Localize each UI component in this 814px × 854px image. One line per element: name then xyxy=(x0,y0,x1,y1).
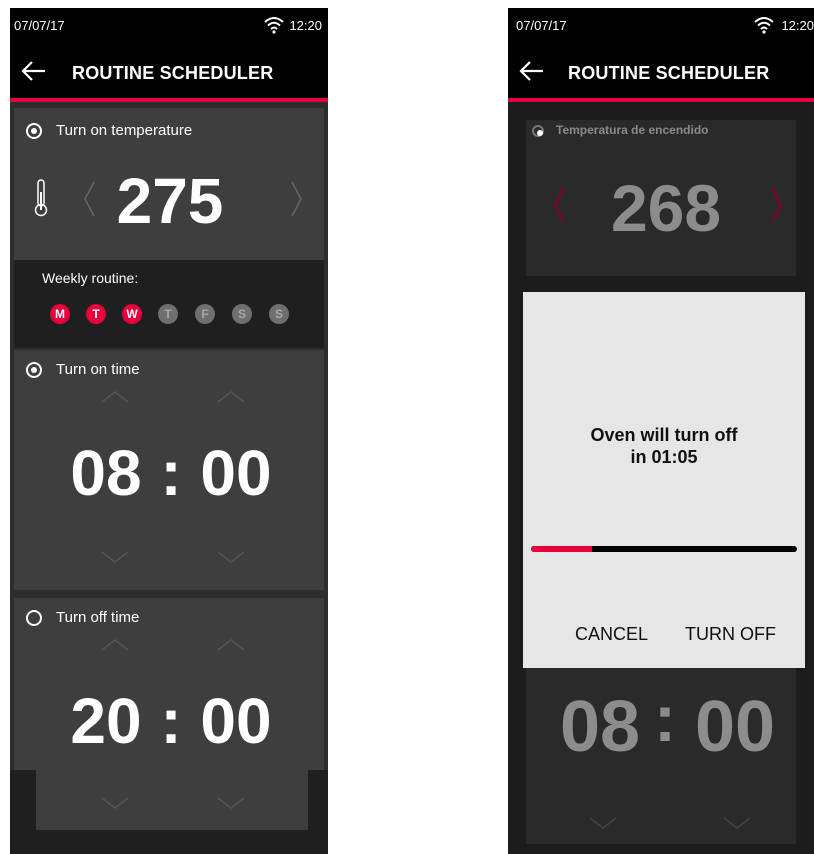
day-saturday[interactable]: S xyxy=(232,304,252,324)
temperature-label: Temperatura de encendido xyxy=(556,123,709,137)
thermometer-icon xyxy=(34,179,48,217)
status-bar: 07/07/17 12:20 xyxy=(10,8,328,44)
temperature-value: 275 xyxy=(116,165,224,237)
turn-off-button[interactable]: TURN OFF xyxy=(685,624,776,645)
day-wednesday[interactable]: W xyxy=(122,304,142,324)
temperature-card: Turn on temperature 275 xyxy=(14,108,324,260)
status-date: 07/07/17 xyxy=(516,18,567,33)
hours-up-icon[interactable] xyxy=(100,390,130,404)
page-title: ROUTINE SCHEDULER xyxy=(568,63,770,83)
wifi-icon xyxy=(264,17,284,34)
day-sunday[interactable]: S xyxy=(269,304,289,324)
turn-on-time-label: Turn on time xyxy=(56,361,140,378)
countdown-progress-fill xyxy=(531,546,593,552)
temperature-increase-icon[interactable] xyxy=(290,180,304,218)
status-time: 12:20 xyxy=(781,18,814,33)
bottom-area xyxy=(10,770,328,854)
temperature-decrease-icon[interactable] xyxy=(552,186,566,224)
app-bar: ROUTINE SCHEDULER xyxy=(508,44,814,98)
turn-off-time-card: Turn off time 20 : 00 xyxy=(14,598,324,770)
page-title: ROUTINE SCHEDULER xyxy=(72,63,274,83)
wifi-icon xyxy=(754,17,774,34)
turn-on-time-card: Turn on time 08 : 00 xyxy=(14,350,324,590)
off-minutes-up-icon[interactable] xyxy=(216,638,246,652)
turn-off-hours: 20 xyxy=(70,685,142,757)
status-bar: 07/07/17 12:20 xyxy=(508,8,814,44)
dialog-message-line2: in 01:05 xyxy=(630,447,698,467)
temperature-increase-icon[interactable] xyxy=(770,186,784,224)
back-arrow-icon[interactable] xyxy=(518,57,546,85)
right-screen: 07/07/17 12:20 ROUTINE SCHEDULER Tempera… xyxy=(508,8,814,854)
time-hours: 08 xyxy=(559,687,641,767)
hours-down-icon[interactable] xyxy=(100,550,130,564)
status-date: 07/07/17 xyxy=(14,18,65,33)
countdown-progress-bar xyxy=(531,546,797,552)
off-hours-up-icon[interactable] xyxy=(100,638,130,652)
turn-off-dialog: Oven will turn off in 01:05 CANCEL TURN … xyxy=(523,292,805,668)
back-arrow-icon[interactable] xyxy=(20,57,48,85)
time-minutes: 00 xyxy=(694,687,776,767)
dialog-message: Oven will turn off in 01:05 xyxy=(523,424,805,468)
dialog-message-line1: Oven will turn off xyxy=(590,425,738,445)
turn-off-minutes: 00 xyxy=(200,685,272,757)
minutes-up-icon[interactable] xyxy=(216,390,246,404)
off-minutes-down-icon[interactable] xyxy=(216,796,246,810)
time-separator: : xyxy=(160,437,182,509)
weekly-routine-section: Weekly routine: M T W T F S S xyxy=(14,260,324,348)
turn-on-time-radio[interactable] xyxy=(26,362,42,378)
temperature-card: Temperatura de encendido 268 xyxy=(526,120,796,276)
day-friday[interactable]: F xyxy=(195,304,215,324)
status-time: 12:20 xyxy=(289,18,322,33)
accent-divider xyxy=(10,98,328,102)
time-card: 08 : 00 xyxy=(526,668,796,844)
temperature-value: 268 xyxy=(610,171,722,245)
minutes-down-icon[interactable] xyxy=(216,550,246,564)
turn-off-time-label: Turn off time xyxy=(56,609,140,626)
turn-off-time-radio[interactable] xyxy=(26,610,42,626)
hours-down-icon[interactable] xyxy=(588,816,618,830)
time-separator: : xyxy=(160,685,182,757)
temperature-radio[interactable] xyxy=(532,125,544,137)
cancel-button[interactable]: CANCEL xyxy=(575,624,648,645)
app-bar: ROUTINE SCHEDULER xyxy=(10,44,328,98)
time-separator: : xyxy=(654,681,676,755)
turn-on-hours: 08 xyxy=(70,437,142,509)
left-screen: 07/07/17 12:20 ROUTINE SCHEDULER Turn on… xyxy=(10,8,328,854)
day-tuesday[interactable]: T xyxy=(86,304,106,324)
scroll-card xyxy=(36,770,308,830)
temperature-radio[interactable] xyxy=(26,123,42,139)
temperature-decrease-icon[interactable] xyxy=(82,180,96,218)
day-thursday[interactable]: T xyxy=(158,304,178,324)
turn-on-minutes: 00 xyxy=(200,437,272,509)
minutes-down-icon[interactable] xyxy=(722,816,752,830)
temperature-label: Turn on temperature xyxy=(56,122,193,139)
off-hours-down-icon[interactable] xyxy=(100,796,130,810)
weekly-routine-label: Weekly routine: xyxy=(42,270,139,286)
day-monday[interactable]: M xyxy=(50,304,70,324)
